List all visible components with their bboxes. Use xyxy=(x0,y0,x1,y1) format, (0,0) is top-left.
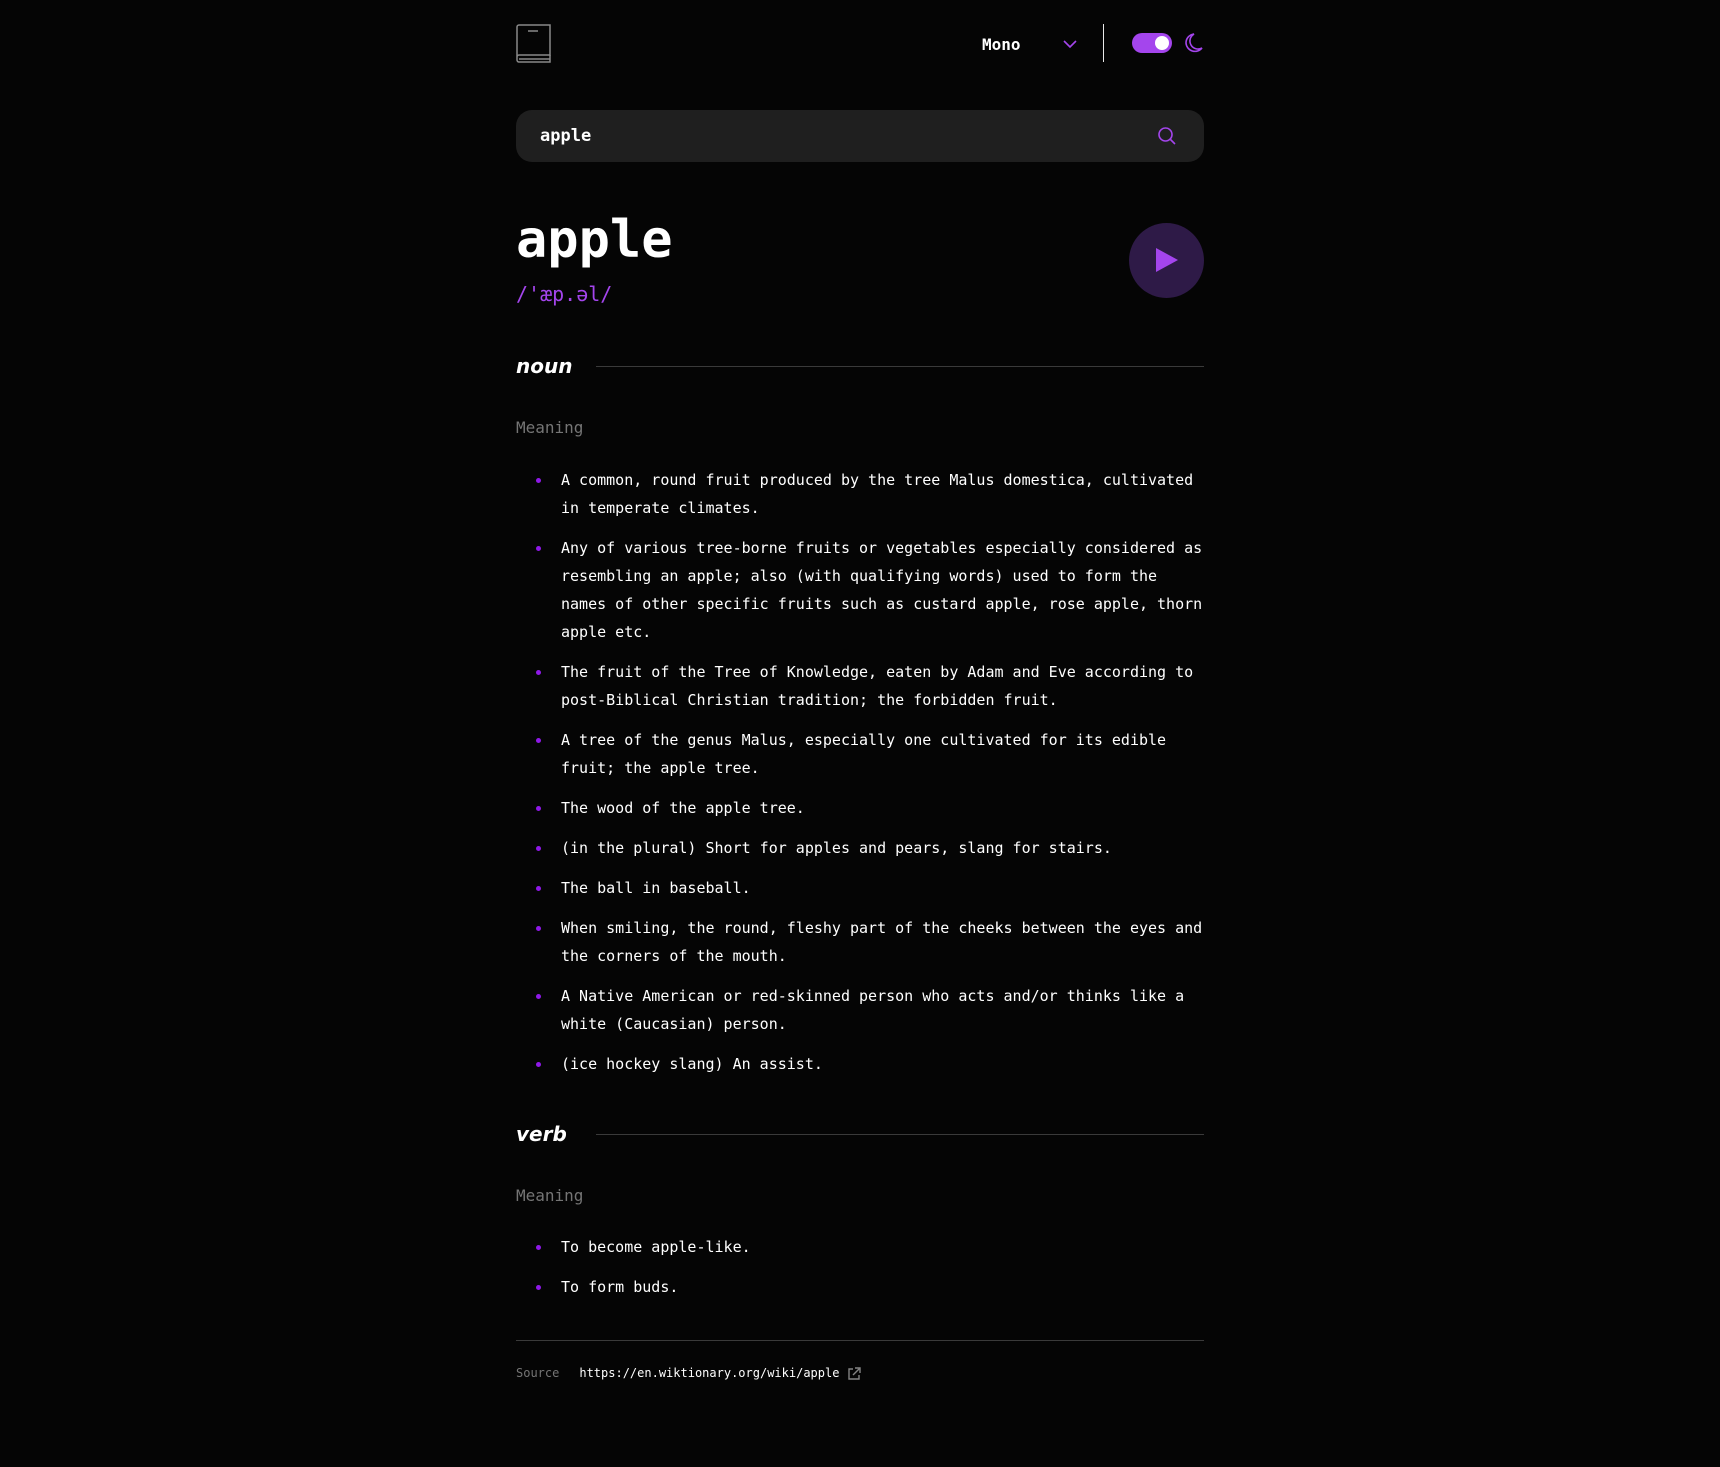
part-of-speech-noun: noun xyxy=(516,351,1204,381)
external-link-icon[interactable] xyxy=(847,1366,862,1380)
theme-toggle-knob xyxy=(1155,36,1169,50)
definition-list-verb: To become apple-like. To form buds. xyxy=(516,1233,1204,1313)
definition-item: A Native American or red-skinned person … xyxy=(516,982,1204,1038)
search-icon[interactable] xyxy=(1158,127,1176,145)
font-dropdown-label: Mono xyxy=(982,34,1021,54)
header: Mono xyxy=(516,24,1204,64)
definition-item: To become apple-like. xyxy=(516,1233,1204,1261)
part-of-speech-verb: verb xyxy=(516,1119,1204,1149)
word-title: apple xyxy=(516,210,673,270)
meaning-label: Meaning xyxy=(516,418,584,437)
part-of-speech-label: verb xyxy=(516,1122,567,1146)
meaning-label: Meaning xyxy=(516,1186,584,1205)
phonetic: /'æp.əl/ xyxy=(516,282,613,306)
section-divider xyxy=(596,1134,1204,1135)
definition-item: The wood of the apple tree. xyxy=(516,794,1204,822)
definition-item: (ice hockey slang) An assist. xyxy=(516,1050,1204,1078)
definition-list-noun: A common, round fruit produced by the tr… xyxy=(516,466,1204,1090)
book-icon[interactable] xyxy=(516,24,552,64)
chevron-down-icon xyxy=(1062,36,1078,52)
definition-item: To form buds. xyxy=(516,1273,1204,1301)
definition-item: A common, round fruit produced by the tr… xyxy=(516,466,1204,522)
definition-item: The fruit of the Tree of Knowledge, eate… xyxy=(516,658,1204,714)
play-icon xyxy=(1156,248,1178,272)
moon-icon xyxy=(1184,32,1204,54)
definition-item: A tree of the genus Malus, especially on… xyxy=(516,726,1204,782)
source-link[interactable]: https://en.wiktionary.org/wiki/apple xyxy=(579,1366,839,1380)
source-label: Source xyxy=(516,1366,560,1380)
search-input[interactable] xyxy=(540,110,1140,162)
definition-item: (in the plural) Short for apples and pea… xyxy=(516,834,1204,862)
font-dropdown[interactable]: Mono xyxy=(982,30,1078,58)
definition-item: When smiling, the round, fleshy part of … xyxy=(516,914,1204,970)
part-of-speech-label: noun xyxy=(516,354,573,378)
footer-divider xyxy=(516,1340,1204,1341)
search-bar xyxy=(516,110,1204,162)
section-divider xyxy=(596,366,1204,367)
definition-item: The ball in baseball. xyxy=(516,874,1204,902)
theme-toggle[interactable] xyxy=(1132,33,1172,53)
source: Source https://en.wiktionary.org/wiki/ap… xyxy=(516,1366,862,1380)
definition-item: Any of various tree-borne fruits or vege… xyxy=(516,534,1204,646)
header-divider xyxy=(1103,24,1104,62)
play-button[interactable] xyxy=(1129,223,1204,298)
